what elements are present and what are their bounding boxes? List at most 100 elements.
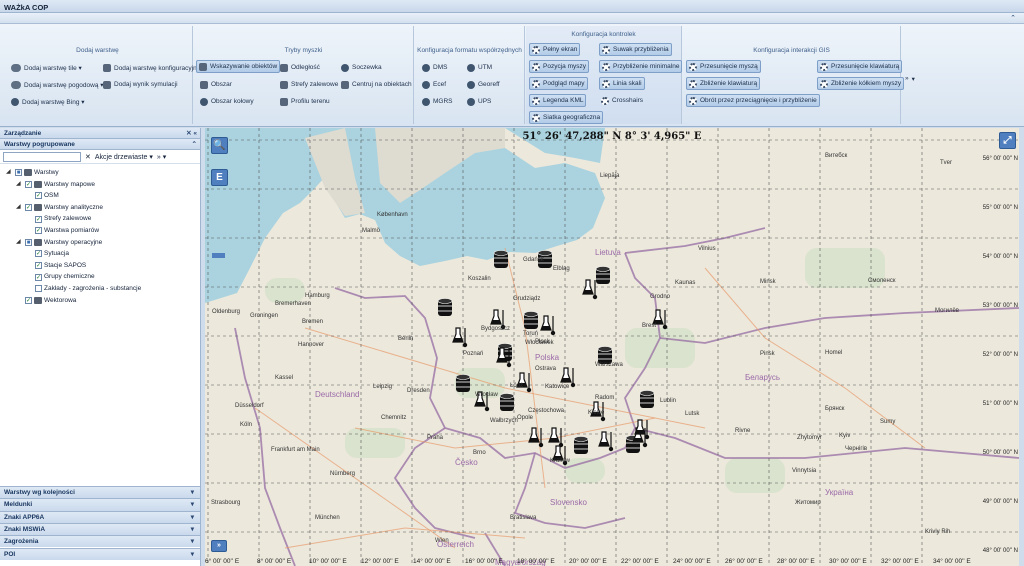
terrain-profile-button[interactable]: Profilu terenu	[278, 95, 332, 108]
add-simulation-result-button[interactable]: Dodaj wynik symulacji	[101, 78, 180, 91]
overview-map-toggle[interactable]: »	[211, 540, 227, 552]
circular-area-button[interactable]: Obszar kołowy	[198, 95, 256, 108]
button-label: Dodaj warstwę Bing ▾	[22, 98, 85, 106]
coord-utm-button[interactable]: UTM	[465, 61, 494, 74]
accordion-item[interactable]: Meldunki ▾	[0, 498, 200, 511]
accordion-item[interactable]: Warstwy wg kolejności ▾	[0, 486, 200, 499]
tree-node[interactable]: ✓ Grupy chemiczne	[0, 271, 200, 283]
checkbox[interactable]: ■	[15, 169, 22, 177]
checkbox[interactable]: ✓	[35, 273, 42, 281]
chemical-barrel-icon[interactable]	[523, 311, 539, 330]
tree-node[interactable]: ✓ Warstwa pomiarów	[0, 225, 200, 237]
checkbox[interactable]: ✓	[25, 296, 32, 304]
map-view[interactable]: 51° 26' 47,288" N 8° 3' 4,965" E 🔍 E ⤢ »…	[205, 128, 1019, 566]
checkbox[interactable]: ✓	[25, 204, 32, 212]
checkbox[interactable]: ✓	[35, 215, 42, 223]
expand-icon[interactable]: ◢	[6, 167, 13, 179]
zoom-slider-handle[interactable]	[212, 253, 225, 258]
chemical-barrel-icon[interactable]	[639, 390, 655, 409]
crosshairs-button[interactable]: Crosshairs	[599, 94, 645, 107]
search-icon[interactable]: 🔍	[211, 137, 228, 154]
button-label: Przybliżenie minimalne	[613, 63, 680, 70]
tree-node[interactable]: ✓ Strefy zalewowe	[0, 213, 200, 225]
checkbox[interactable]: ■	[25, 238, 32, 246]
place-label: Брянск	[825, 406, 845, 412]
tree-actions-menu[interactable]: Akcje drzewiaste ▾	[95, 153, 153, 161]
add-bing-layer-button[interactable]: Dodaj warstwę Bing ▾	[9, 95, 87, 108]
tree-node[interactable]: ◢ ■ Warstwy	[0, 167, 200, 179]
tree-node[interactable]: ✓ Sytuacja	[0, 248, 200, 260]
search-input[interactable]	[3, 151, 81, 162]
select-objects-button[interactable]: Wskazywanie obiektów	[196, 60, 281, 73]
tree-node-label: Grupy chemiczne	[44, 273, 95, 281]
expand-icon[interactable]: ◢	[16, 202, 23, 214]
chemical-barrel-icon[interactable]	[595, 266, 611, 285]
expand-icon[interactable]: ◢	[16, 237, 23, 249]
add-tile-layer-button[interactable]: Dodaj warstwę tile ▾	[9, 61, 84, 74]
kml-legend-button[interactable]: Legenda KML	[529, 94, 587, 107]
zoom-keyboard-button[interactable]: Zbliżenie klawiaturą	[686, 77, 761, 90]
tree-more-menu[interactable]: » ▾	[157, 153, 166, 161]
accordion-item[interactable]: Znaki APP6A ▾	[0, 510, 200, 523]
accordion-item[interactable]: POI ▾	[0, 547, 200, 560]
chemical-barrel-icon[interactable]	[437, 298, 453, 317]
checkbox[interactable]: ✓	[35, 250, 42, 258]
pan-mouse-button[interactable]: Przesunięcie myszą	[686, 60, 761, 73]
tree-node[interactable]: ✓ Wektorowa	[0, 295, 200, 307]
place-label: Gdańsk	[523, 257, 544, 263]
checkbox[interactable]: ✓	[35, 262, 42, 270]
chemical-barrel-icon[interactable]	[455, 374, 471, 393]
zoom-wheel-button[interactable]: Zbliżenie kółkiem myszy	[817, 77, 905, 90]
fullscreen-icon[interactable]: ⤢	[999, 132, 1016, 149]
chemical-barrel-icon[interactable]	[493, 250, 509, 269]
add-config-layer-button[interactable]: Dodaj warstwę konfiguracyjne ▾	[101, 61, 207, 74]
panel-controls[interactable]: ✕ «	[186, 129, 197, 137]
scale-line-button[interactable]: Linia skali	[599, 77, 645, 90]
clear-icon[interactable]: ✕	[85, 153, 91, 161]
min-zoom-button[interactable]: Przybliżenie minimalne	[599, 60, 683, 73]
button-label: Profilu terenu	[291, 98, 330, 105]
chemical-barrel-icon[interactable]	[573, 436, 589, 455]
coord-ups-button[interactable]: UPS	[465, 95, 493, 108]
area-button[interactable]: Obszar	[198, 78, 234, 91]
map-preview-button[interactable]: Podgląd mapy	[529, 77, 588, 90]
tree-node[interactable]: ◢ ✓ Warstwy analityczne	[0, 202, 200, 214]
zoom-slider-button[interactable]: Suwak przybliżenia	[599, 43, 672, 56]
geo-grid-button[interactable]: Siatka geograficzna	[529, 111, 604, 124]
add-weather-layer-button[interactable]: Dodaj warstwę pogodową ▾	[9, 78, 106, 91]
tree-node[interactable]: ✓ OSM	[0, 190, 200, 202]
longitude-label: 34° 00' 00'' E	[933, 558, 971, 565]
chemical-barrel-icon[interactable]	[499, 393, 515, 412]
expand-icon[interactable]: ◢	[16, 179, 23, 191]
lens-button[interactable]: Soczewka	[339, 61, 384, 74]
fullscreen-button[interactable]: Pełny ekran	[529, 43, 581, 56]
checkbox[interactable]: ✓	[35, 227, 42, 235]
collapse-icon[interactable]: ⌃	[192, 140, 197, 148]
checkbox[interactable]	[35, 285, 42, 293]
checkbox[interactable]: ✓	[25, 180, 32, 188]
tree-node[interactable]: ◢ ■ Warstwy operacyjne	[0, 237, 200, 249]
flood-zones-button[interactable]: Strefy zalewowe	[278, 78, 340, 91]
tree-node[interactable]: ✓ Stacje SAPOS	[0, 260, 200, 272]
pan-keyboard-button[interactable]: Przesunięcie klawiaturą	[817, 60, 903, 73]
checkbox[interactable]: ✓	[35, 192, 42, 200]
accordion-item[interactable]: Znaki MSWiA ▾	[0, 522, 200, 536]
tree-node[interactable]: Zakłady - zagrożenia - substancje	[0, 283, 200, 295]
drag-rotate-zoom-button[interactable]: Obrót przez przeciągnięcie i przybliżeni…	[686, 94, 820, 107]
layer-switch-button[interactable]: E	[211, 169, 228, 186]
chevron-down-icon: ▾	[190, 550, 194, 558]
collapse-ribbon-icon[interactable]: ⌃	[1010, 14, 1016, 22]
place-label: Katowice	[545, 384, 570, 390]
accordion-item[interactable]: Zagrożenia ▾	[0, 535, 200, 548]
center-on-objects-button[interactable]: Centruj na obiektach	[339, 78, 414, 91]
coord-dms-button[interactable]: DMS	[420, 61, 449, 74]
coord-mgrs-button[interactable]: MGRS	[420, 95, 455, 108]
mouse-position-button[interactable]: Pozycja myszy	[529, 60, 589, 73]
map-canvas[interactable]	[205, 128, 1019, 566]
tree-node[interactable]: ◢ ✓ Warstwy mapowe	[0, 179, 200, 191]
distance-button[interactable]: Odległość	[278, 61, 322, 74]
coord-georef-button[interactable]: Georeff	[465, 78, 502, 91]
place-label: Nürnberg	[330, 471, 356, 477]
coord-ecef-button[interactable]: Ecef	[420, 78, 448, 91]
ribbon-more-button[interactable]: » ▾	[903, 72, 917, 85]
